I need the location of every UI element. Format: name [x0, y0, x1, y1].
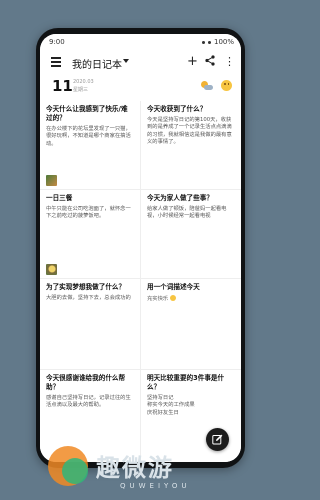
menu-icon[interactable] — [51, 57, 61, 67]
share-icon[interactable] — [205, 55, 215, 70]
app-bar: 我的日记本 + ⋮ — [40, 50, 241, 76]
card-question: 一日三餐 — [46, 194, 73, 202]
smile-emoji-icon — [169, 295, 176, 301]
card-question: 今天收获到了什么？ — [147, 105, 207, 113]
diary-card[interactable]: 今天为家人做了些事？ 给家人做了顿饭，陪爸妈一起看电视，小时候经常一起看电视 — [141, 190, 241, 278]
card-answer: 坚持写日记 称实今天的工作成果 庆祝好友生日 — [147, 395, 195, 416]
card-question: 用一个词描述今天 — [147, 283, 200, 291]
mood-smile-icon[interactable] — [221, 80, 232, 91]
diary-card[interactable]: 用一个词描述今天 充实快乐 — [141, 279, 241, 369]
card-question: 今天什么让我感到了快乐/难过的？ — [46, 105, 128, 122]
status-icons: 100% — [201, 38, 234, 46]
photo-thumbnail[interactable] — [46, 264, 57, 275]
add-icon[interactable]: + — [187, 55, 198, 69]
card-answer: 今天是坚持写日记的第100天，收获到的是养成了一个记录生活点点滴滴的习惯，我就相… — [147, 117, 232, 146]
diary-card[interactable]: 今天什么让我感到了快乐/难过的？ 在办公楼下的花坛里发现了一只猫，很好玩啊，不知… — [40, 101, 140, 189]
card-answer: 充实快乐 — [147, 296, 169, 302]
watermark-subtext: QUWEIYOU — [120, 482, 191, 490]
card-answer: 中午只能在公司吃泡面了，就怀念一下之前吃过的菠萝饭吧。 — [46, 206, 131, 220]
day-number: 11 — [52, 77, 73, 95]
watermark: 趣微游 QUWEIYOU — [0, 440, 281, 500]
watermark-text: 趣微游 — [96, 454, 174, 482]
card-answer: 给家人做了顿饭，陪爸妈一起看电视，小时候经常一起看电视 — [147, 206, 227, 220]
battery-label: 100% — [213, 38, 234, 46]
more-icon[interactable]: ⋮ — [224, 55, 235, 69]
diary-card[interactable]: 为了实现梦想我做了什么？ 大胆的去做，坚持下去，总会成功的 — [40, 279, 140, 369]
weather-icon[interactable] — [201, 81, 213, 91]
card-answer: 在办公楼下的花坛里发现了一只猫，很好玩啊，不知道是哪个商家在搞活动。 — [46, 126, 131, 147]
date-header: 11 2020.03 星期三 — [40, 77, 241, 97]
weekday: 星期三 — [73, 87, 89, 93]
card-question: 今天很感谢谁给我的什么帮助？ — [46, 374, 126, 391]
diary-card-grid: 今天什么让我感到了快乐/难过的？ 在办公楼下的花坛里发现了一只猫，很好玩啊，不知… — [40, 101, 241, 462]
diary-card[interactable]: 一日三餐 中午只能在公司吃泡面了，就怀念一下之前吃过的菠萝饭吧。 — [40, 190, 140, 278]
watermark-logo-accent — [62, 458, 88, 484]
card-question: 为了实现梦想我做了什么？ — [46, 283, 126, 291]
year-month: 2020.03 — [73, 79, 94, 85]
app-screen: 9:00 100% 我的日记本 + ⋮ 11 2020.03 星期三 今天什么让… — [40, 34, 241, 462]
photo-thumbnail[interactable] — [46, 175, 57, 186]
signal-icon — [201, 40, 205, 44]
status-bar: 9:00 100% — [40, 34, 241, 50]
card-question: 今天为家人做了些事？ — [147, 194, 213, 202]
diary-title[interactable]: 我的日记本 — [72, 56, 122, 71]
card-answer: 大胆的去做，坚持下去，总会成功的 — [46, 295, 131, 301]
card-question: 明天比较重要的3件事是什么？ — [147, 374, 225, 391]
diary-card[interactable]: 今天收获到了什么？ 今天是坚持写日记的第100天，收获到的是养成了一个记录生活点… — [141, 101, 241, 189]
status-time: 9:00 — [49, 38, 65, 46]
wifi-icon — [207, 40, 211, 44]
card-answer: 感谢自己坚持写日记，记录过往的生活点滴以及最大的帮助。 — [46, 395, 131, 409]
dropdown-caret-icon[interactable] — [123, 59, 129, 63]
